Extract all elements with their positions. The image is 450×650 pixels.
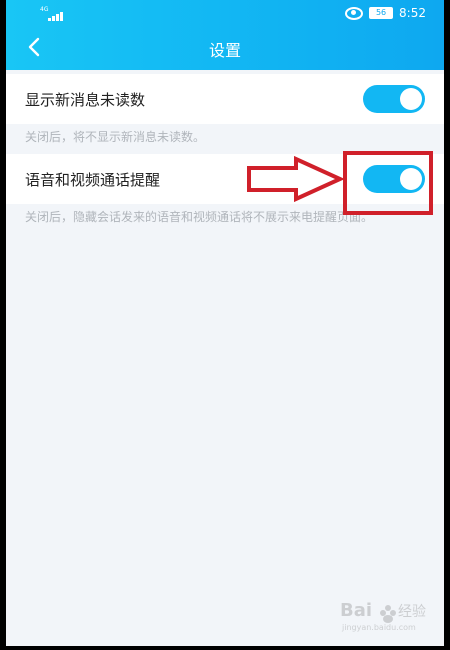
annotation-highlight-box [343,151,433,215]
battery-icon: 56 [369,7,394,19]
eye-icon [345,6,364,20]
signal-icon: 4G [40,6,68,21]
header-bar: 4G 56 8:52 设置 [6,0,444,70]
setting-label: 语音和视频通话提醒 [25,171,161,189]
settings-screen: 4G 56 8:52 设置 显示新消息未读数 关闭后，将不显示新消息未读数。 语… [6,0,444,646]
signal-label: 4G [40,6,49,13]
clock: 8:52 [399,6,426,20]
unread-count-toggle[interactable] [363,85,425,113]
status-bar: 4G 56 8:52 [6,0,444,24]
svg-text:Bai: Bai [340,600,372,621]
page-title: 设置 [208,41,241,60]
svg-text:jingyan.baidu.com: jingyan.baidu.com [341,623,416,632]
baidu-jingyan-watermark-logo: Bai 经验 jingyan.baidu.com [340,600,426,632]
setting-description: 关闭后，将不显示新消息未读数。 [25,130,206,144]
svg-text:经验: 经验 [398,604,426,620]
status-right: 56 8:52 [345,6,426,20]
setting-label: 显示新消息未读数 [25,91,146,109]
annotation-arrow-icon [247,156,345,202]
toggle-knob [400,88,422,110]
setting-row-unread-count[interactable]: 显示新消息未读数 [6,74,444,124]
